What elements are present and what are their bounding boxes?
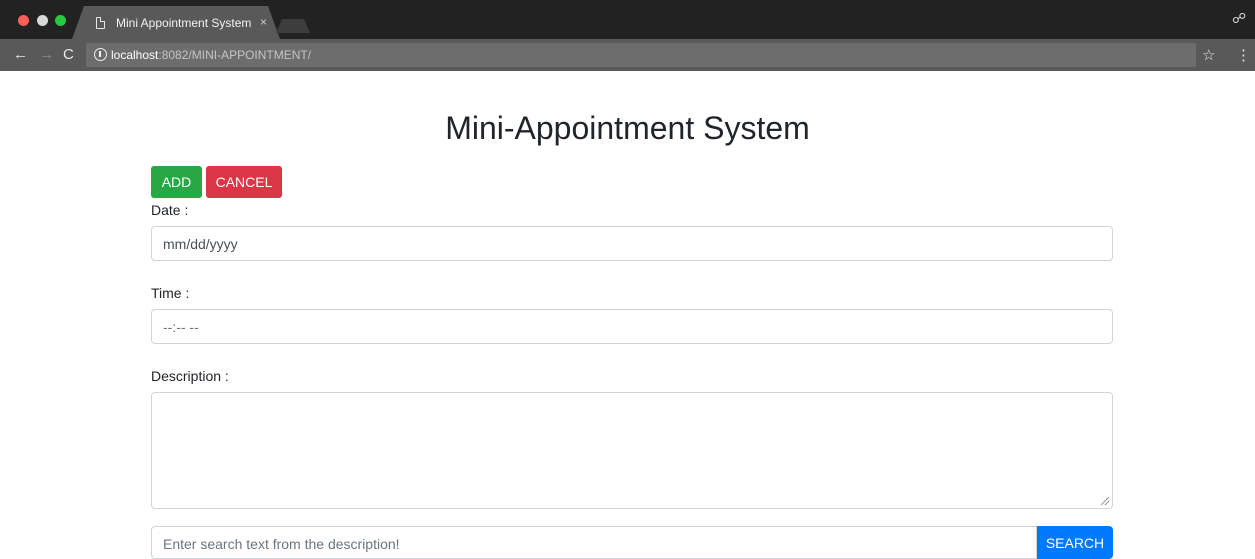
- tab-close-icon[interactable]: ×: [260, 15, 267, 29]
- reload-icon[interactable]: C: [63, 46, 74, 63]
- search-input[interactable]: Enter search text from the description!: [151, 526, 1037, 559]
- more-menu-icon[interactable]: ⋮: [1236, 46, 1251, 64]
- description-label: Description :: [151, 368, 229, 384]
- cancel-button[interactable]: CANCEL: [206, 166, 282, 198]
- tab-title: Mini Appointment System: [116, 16, 252, 30]
- maximize-window-button[interactable]: [55, 15, 66, 26]
- page-title: Mini-Appointment System: [445, 110, 810, 146]
- time-placeholder: --:-- --: [163, 319, 199, 335]
- close-window-button[interactable]: [18, 15, 29, 26]
- search-placeholder: Enter search text from the description!: [163, 536, 400, 552]
- browser-tab[interactable]: Mini Appointment System ×: [72, 6, 280, 39]
- date-input[interactable]: mm/dd/yyyy: [151, 226, 1113, 261]
- url-path: :8082/MINI-APPOINTMENT/: [158, 48, 312, 62]
- date-placeholder: mm/dd/yyyy: [163, 236, 238, 252]
- search-button[interactable]: SEARCH: [1037, 526, 1113, 559]
- forward-arrow-icon[interactable]: →: [39, 46, 54, 63]
- url-host: localhost: [111, 48, 159, 62]
- minimize-window-button[interactable]: [37, 15, 48, 26]
- browser-toolbar: ← → C localhost:8082/MINI-APPOINTMENT/ ☆…: [0, 39, 1255, 71]
- time-input[interactable]: --:-- --: [151, 309, 1113, 344]
- bookmark-star-icon[interactable]: ☆: [1202, 46, 1215, 64]
- browser-titlebar: Mini Appointment System × ☍: [0, 0, 1255, 39]
- new-tab-button[interactable]: [276, 19, 310, 33]
- url-text: localhost:8082/MINI-APPOINTMENT/: [111, 48, 311, 62]
- incognito-icon: ☍: [1232, 10, 1247, 26]
- add-button[interactable]: ADD: [151, 166, 202, 198]
- resize-handle-icon[interactable]: [1101, 497, 1109, 505]
- time-label: Time :: [151, 285, 190, 301]
- back-arrow-icon[interactable]: ←: [13, 46, 28, 63]
- page-icon: [96, 17, 105, 29]
- description-textarea[interactable]: [151, 392, 1113, 509]
- address-bar[interactable]: localhost:8082/MINI-APPOINTMENT/: [86, 43, 1196, 67]
- date-label: Date :: [151, 202, 189, 218]
- info-icon[interactable]: [94, 48, 107, 61]
